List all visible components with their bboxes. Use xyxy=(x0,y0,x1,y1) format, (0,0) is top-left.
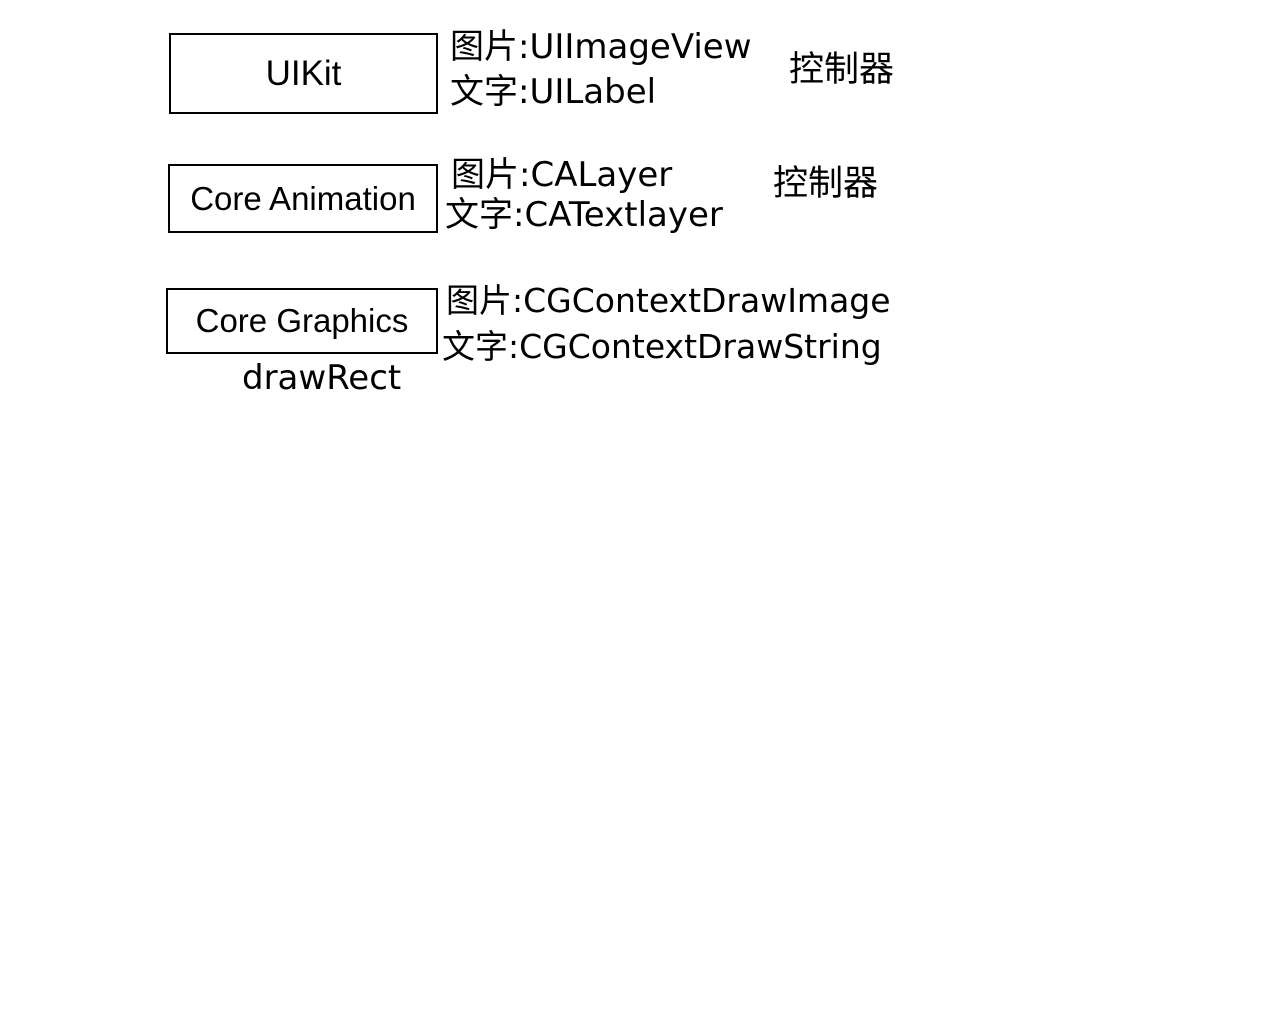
core-graphics-text-line: 文字:CGContextDrawString xyxy=(442,327,882,366)
uikit-title: UIKit xyxy=(265,53,342,93)
uikit-controller-note: 控制器 xyxy=(789,50,895,90)
draw-rect-caption: drawRect xyxy=(242,358,402,398)
core-animation-controller-note: 控制器 xyxy=(773,164,879,204)
core-animation-text-line: 文字:CATextlayer xyxy=(445,195,723,235)
uikit-box: UIKit xyxy=(169,33,438,114)
core-graphics-image-line: 图片:CGContextDrawImage xyxy=(446,281,891,320)
core-graphics-title: Core Graphics xyxy=(195,302,409,339)
core-animation-image-line: 图片:CALayer xyxy=(451,155,673,195)
uikit-text-line: 文字:UILabel xyxy=(450,72,657,112)
core-graphics-box: Core Graphics xyxy=(166,288,438,354)
uikit-image-line: 图片:UIImageView xyxy=(450,27,752,67)
core-animation-title: Core Animation xyxy=(190,179,416,217)
core-animation-box: Core Animation xyxy=(168,164,438,233)
